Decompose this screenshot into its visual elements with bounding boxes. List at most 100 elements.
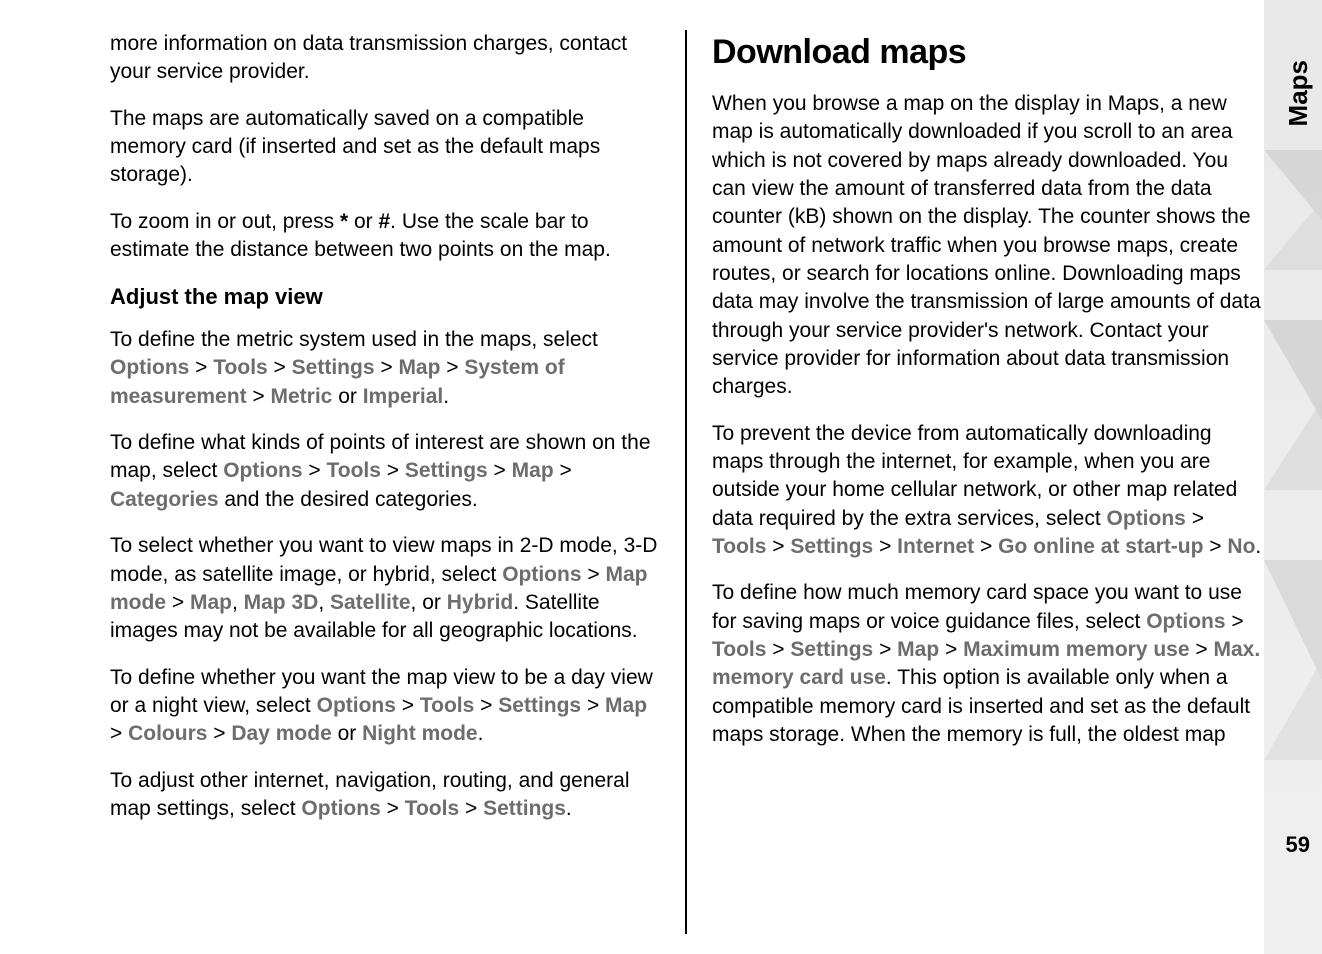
menu-settings: Settings (790, 638, 873, 661)
separator: > (268, 356, 292, 379)
separator: > (1186, 507, 1204, 530)
separator: > (474, 694, 498, 717)
paragraph: To adjust other internet, navigation, ro… (110, 767, 660, 824)
paragraph: To define the metric system used in the … (110, 326, 660, 411)
separator: > (974, 535, 998, 558)
separator: > (766, 638, 790, 661)
menu-options: Options (223, 459, 302, 482)
separator: > (303, 459, 327, 482)
separator: > (110, 722, 128, 745)
menu-settings: Settings (790, 535, 873, 558)
menu-settings: Settings (498, 694, 581, 717)
separator: > (459, 797, 483, 820)
separator: > (581, 694, 605, 717)
menu-settings: Settings (292, 356, 375, 379)
separator: > (207, 722, 231, 745)
menu-map: Map (190, 591, 232, 614)
menu-tools: Tools (405, 797, 459, 820)
menu-go-online: Go online at start-up (998, 535, 1203, 558)
menu-night-mode: Night mode (362, 722, 478, 745)
text: or (332, 722, 362, 745)
menu-tools: Tools (712, 535, 766, 558)
menu-settings: Settings (405, 459, 488, 482)
paragraph: To define whether you want the map view … (110, 664, 660, 749)
paragraph: To define how much memory card space you… (712, 579, 1262, 749)
separator: > (873, 638, 897, 661)
separator: > (939, 638, 963, 661)
menu-tools: Tools (420, 694, 474, 717)
decoration-triangle (1264, 660, 1322, 760)
paragraph: The maps are automatically saved on a co… (110, 105, 660, 190)
text: . (443, 385, 449, 408)
left-column: more information on data transmission ch… (110, 30, 687, 934)
separator: > (1226, 610, 1244, 633)
separator: > (766, 535, 790, 558)
menu-satellite: Satellite (330, 591, 411, 614)
menu-colours: Colours (128, 722, 207, 745)
separator: > (381, 797, 405, 820)
decoration-triangle (1264, 200, 1322, 270)
text: , (318, 591, 330, 614)
text: or (332, 385, 362, 408)
menu-settings: Settings (483, 797, 566, 820)
paragraph: To zoom in or out, press * or #. Use the… (110, 208, 660, 265)
page-content: more information on data transmission ch… (0, 0, 1322, 954)
menu-tools: Tools (326, 459, 380, 482)
separator: > (873, 535, 897, 558)
menu-internet: Internet (897, 535, 974, 558)
menu-map: Map (897, 638, 939, 661)
text: . (1255, 535, 1261, 558)
menu-no: No (1227, 535, 1255, 558)
text: or (348, 210, 378, 233)
right-column: Download maps When you browse a map on t… (687, 30, 1262, 934)
menu-categories: Categories (110, 488, 219, 511)
page-number: 59 (1286, 832, 1310, 858)
separator: > (189, 356, 213, 379)
paragraph: To prevent the device from automatically… (712, 420, 1262, 562)
menu-map: Map (398, 356, 440, 379)
menu-options: Options (301, 797, 380, 820)
separator: > (1190, 638, 1214, 661)
separator: > (166, 591, 190, 614)
text: and the desired categories. (219, 488, 478, 511)
decoration-triangle (1264, 400, 1322, 490)
menu-tools: Tools (213, 356, 267, 379)
text: . (566, 797, 572, 820)
separator: > (1203, 535, 1227, 558)
separator: > (440, 356, 464, 379)
menu-hybrid: Hybrid (447, 591, 514, 614)
menu-map-3d: Map 3D (244, 591, 319, 614)
menu-options: Options (1146, 610, 1225, 633)
menu-map: Map (605, 694, 647, 717)
menu-options: Options (110, 356, 189, 379)
key-hash: # (378, 210, 390, 233)
menu-options: Options (1107, 507, 1186, 530)
menu-options: Options (502, 563, 581, 586)
page-heading: Download maps (712, 30, 1262, 76)
menu-max-memory: Maximum memory use (963, 638, 1189, 661)
paragraph: When you browse a map on the display in … (712, 90, 1262, 402)
text: , (232, 591, 244, 614)
menu-options: Options (317, 694, 396, 717)
text: , or (411, 591, 447, 614)
menu-map: Map (512, 459, 554, 482)
paragraph: more information on data transmission ch… (110, 30, 660, 87)
paragraph: To define what kinds of points of intere… (110, 429, 660, 514)
paragraph: To select whether you want to view maps … (110, 532, 660, 645)
section-tab-label: Maps (1283, 60, 1314, 126)
section-heading: Adjust the map view (110, 282, 660, 312)
menu-tools: Tools (712, 638, 766, 661)
menu-day-mode: Day mode (231, 722, 331, 745)
separator: > (554, 459, 572, 482)
text: . (478, 722, 484, 745)
key-star: * (340, 210, 348, 233)
separator: > (247, 385, 271, 408)
side-margin: Maps 59 (1264, 0, 1322, 954)
separator: > (488, 459, 512, 482)
text: To define the metric system used in the … (110, 328, 598, 351)
separator: > (582, 563, 606, 586)
separator: > (381, 459, 405, 482)
menu-metric: Metric (271, 385, 333, 408)
menu-imperial: Imperial (363, 385, 444, 408)
text: To zoom in or out, press (110, 210, 340, 233)
